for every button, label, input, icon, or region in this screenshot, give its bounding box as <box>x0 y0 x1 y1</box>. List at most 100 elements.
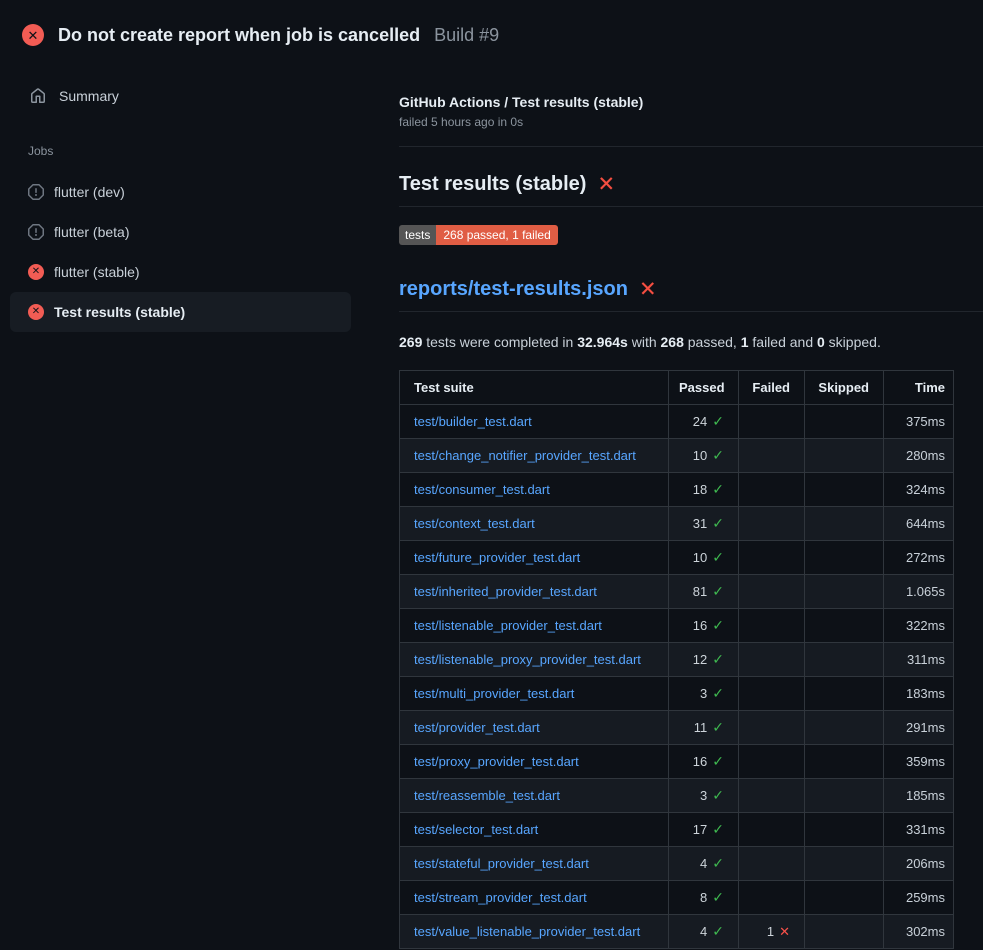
time-cell: 185ms <box>884 779 954 813</box>
failed-cell <box>739 745 805 779</box>
failed-cell <box>739 405 805 439</box>
report-file-link[interactable]: reports/test-results.json <box>399 278 628 301</box>
test-suite-link[interactable]: test/multi_provider_test.dart <box>414 686 574 701</box>
test-suite-cell: test/selector_test.dart <box>400 813 669 847</box>
passed-cell: 3✓ <box>669 779 739 813</box>
sidebar-item-test-results-stable[interactable]: ✕ Test results (stable) <box>10 292 351 332</box>
check-run-status: failed 5 hours ago in 0s <box>399 115 983 129</box>
test-suite-link[interactable]: test/change_notifier_provider_test.dart <box>414 448 636 463</box>
skipped-cell <box>805 405 884 439</box>
skipped-cell <box>805 677 884 711</box>
tests-badge[interactable]: tests 268 passed, 1 failed <box>399 225 558 245</box>
table-row: test/listenable_proxy_provider_test.dart… <box>400 643 954 677</box>
skipped-cell <box>805 473 884 507</box>
test-suite-link[interactable]: test/consumer_test.dart <box>414 482 550 497</box>
test-suite-link[interactable]: test/future_provider_test.dart <box>414 550 580 565</box>
failed-cell <box>739 881 805 915</box>
check-icon: ✓ <box>712 583 724 599</box>
failed-cell <box>739 779 805 813</box>
sidebar-item-flutter-dev[interactable]: flutter (dev) <box>10 172 351 212</box>
time-cell: 291ms <box>884 711 954 745</box>
badge-label: tests <box>399 225 436 245</box>
run-header-bar: ✕ Do not create report when job is cance… <box>0 0 983 56</box>
column-header-skipped: Skipped <box>805 371 884 405</box>
skipped-cell <box>805 575 884 609</box>
job-label: Test results (stable) <box>54 304 185 320</box>
check-icon: ✓ <box>712 447 724 463</box>
cross-mark-icon: ✕ <box>597 174 615 195</box>
check-icon: ✓ <box>712 651 724 667</box>
run-title: Do not create report when job is cancell… <box>58 25 420 46</box>
test-suite-link[interactable]: test/proxy_provider_test.dart <box>414 754 579 769</box>
passed-cell: 16✓ <box>669 745 739 779</box>
time-cell: 259ms <box>884 881 954 915</box>
passed-cell: 3✓ <box>669 677 739 711</box>
check-icon: ✓ <box>712 821 724 837</box>
cross-mark-icon: ✕ <box>639 279 657 300</box>
main-content: GitHub Actions / Test results (stable) f… <box>399 56 983 949</box>
test-suite-link[interactable]: test/listenable_provider_test.dart <box>414 618 602 633</box>
passed-cell: 10✓ <box>669 541 739 575</box>
check-icon: ✓ <box>712 753 724 769</box>
passed-cell: 10✓ <box>669 439 739 473</box>
test-suite-link[interactable]: test/listenable_proxy_provider_test.dart <box>414 652 641 667</box>
table-row: test/stateful_provider_test.dart4✓206ms <box>400 847 954 881</box>
failed-icon: ✕ <box>28 304 44 320</box>
passed-cell: 81✓ <box>669 575 739 609</box>
cancelled-icon <box>28 224 44 240</box>
sidebar-item-flutter-stable[interactable]: ✕ flutter (stable) <box>10 252 351 292</box>
test-suite-cell: test/reassemble_test.dart <box>400 779 669 813</box>
test-suite-cell: test/consumer_test.dart <box>400 473 669 507</box>
build-number: Build #9 <box>434 25 499 46</box>
test-suite-link[interactable]: test/selector_test.dart <box>414 822 538 837</box>
test-suite-link[interactable]: test/reassemble_test.dart <box>414 788 560 803</box>
test-table-body: test/builder_test.dart24✓375ms test/chang… <box>400 405 954 949</box>
sidebar-item-summary[interactable]: Summary <box>30 84 399 108</box>
check-icon: ✓ <box>712 787 724 803</box>
badge-value: 268 passed, 1 failed <box>436 225 557 245</box>
column-header-time: Time <box>884 371 954 405</box>
failed-cell: 1✕ <box>739 915 805 949</box>
passed-cell: 16✓ <box>669 609 739 643</box>
table-row: test/proxy_provider_test.dart 16✓ 359ms <box>400 745 954 779</box>
time-cell: 331ms <box>884 813 954 847</box>
job-label: flutter (stable) <box>54 264 140 280</box>
check-icon: ✓ <box>712 923 724 939</box>
check-icon: ✓ <box>712 515 724 531</box>
time-cell: 280ms <box>884 439 954 473</box>
test-suite-link[interactable]: test/value_listenable_provider_test.dart <box>414 924 640 939</box>
sidebar-item-flutter-beta[interactable]: flutter (beta) <box>10 212 351 252</box>
passed-cell: 17✓ <box>669 813 739 847</box>
run-failed-icon: ✕ <box>22 24 44 46</box>
skipped-cell <box>805 507 884 541</box>
time-cell: 375ms <box>884 405 954 439</box>
failed-cell <box>739 541 805 575</box>
test-suite-link[interactable]: test/builder_test.dart <box>414 414 532 429</box>
test-suite-cell: test/context_test.dart <box>400 507 669 541</box>
failed-cell <box>739 677 805 711</box>
check-icon: ✓ <box>712 617 724 633</box>
time-cell: 322ms <box>884 609 954 643</box>
test-suite-cell: test/listenable_provider_test.dart <box>400 609 669 643</box>
test-suite-link[interactable]: test/context_test.dart <box>414 516 535 531</box>
time-cell: 359ms <box>884 745 954 779</box>
test-suite-link[interactable]: test/stream_provider_test.dart <box>414 890 587 905</box>
table-row: test/value_listenable_provider_test.dart… <box>400 915 954 949</box>
check-icon: ✓ <box>712 889 724 905</box>
time-cell: 272ms <box>884 541 954 575</box>
home-icon <box>30 88 46 104</box>
test-suite-link[interactable]: test/provider_test.dart <box>414 720 540 735</box>
skipped-cell <box>805 609 884 643</box>
table-header-row: Test suite Passed Failed Skipped Time <box>400 371 954 405</box>
job-label: flutter (beta) <box>54 224 129 240</box>
time-cell: 302ms <box>884 915 954 949</box>
jobs-section-label: Jobs <box>28 144 399 158</box>
cancelled-icon <box>28 184 44 200</box>
failed-cell <box>739 439 805 473</box>
table-row: test/builder_test.dart24✓375ms <box>400 405 954 439</box>
test-suite-cell: test/listenable_proxy_provider_test.dart <box>400 643 669 677</box>
test-suite-link[interactable]: test/stateful_provider_test.dart <box>414 856 589 871</box>
divider <box>399 146 983 147</box>
test-suite-link[interactable]: test/inherited_provider_test.dart <box>414 584 597 599</box>
test-suite-cell: test/multi_provider_test.dart <box>400 677 669 711</box>
